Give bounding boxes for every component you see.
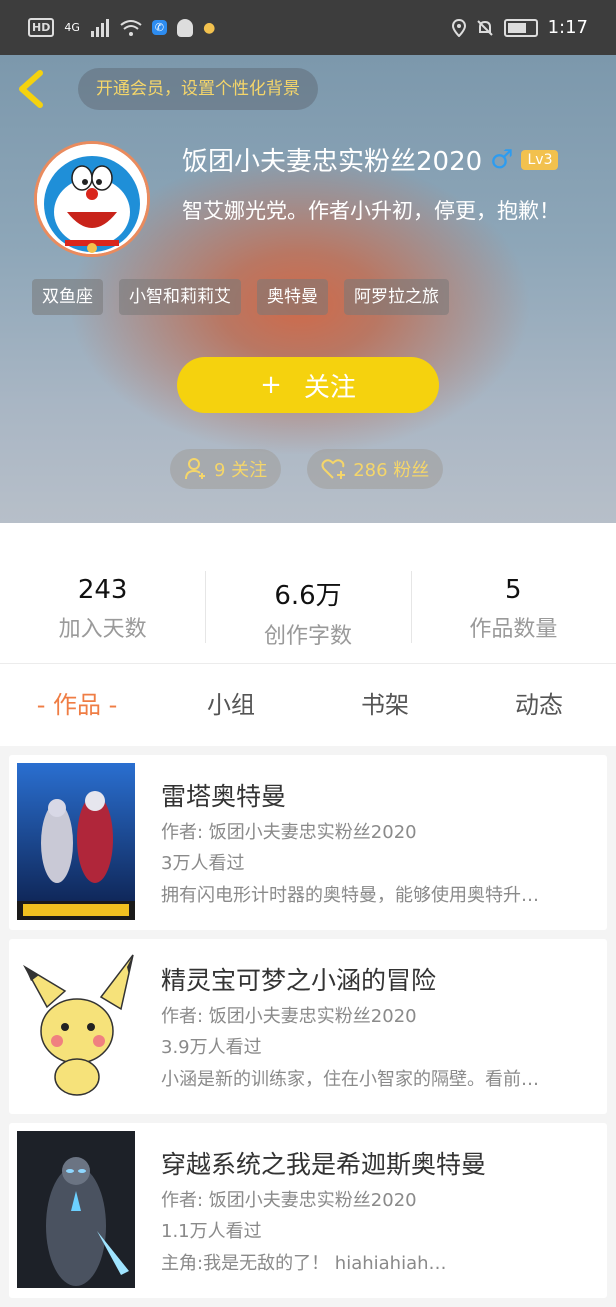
plus-icon: + bbox=[260, 370, 282, 400]
work-author: 作者: 饭团小夫妻忠实粉丝2020 bbox=[161, 1190, 417, 1211]
status-left: HD 4G ✆ ● bbox=[28, 18, 215, 37]
stat-value: 5 bbox=[505, 575, 522, 605]
work-description: 小涵是新的训练家，住在小智家的隔壁。看前… bbox=[161, 1069, 539, 1090]
tab-bookshelf[interactable]: 书架 bbox=[308, 664, 462, 746]
social-stats: 9 关注 286 粉丝 bbox=[170, 449, 444, 489]
clock: 1:17 bbox=[547, 17, 588, 38]
stat-label: 创作字数 bbox=[263, 624, 352, 649]
stat-label: 加入天数 bbox=[58, 617, 147, 642]
level-badge: Lv3 bbox=[521, 149, 559, 170]
stat-word-count: 6.6万 创作字数 bbox=[205, 523, 410, 663]
wifi-icon bbox=[120, 19, 142, 36]
stat-label: 作品数量 bbox=[469, 617, 558, 642]
work-description: 拥有闪电形计时器的奥特曼，能够使用奥特升… bbox=[161, 885, 539, 906]
following-count: 9 关注 bbox=[214, 460, 268, 481]
fans-pill[interactable]: 286 粉丝 bbox=[307, 449, 444, 489]
dark-ultraman-cover-image bbox=[17, 1131, 135, 1288]
location-icon bbox=[451, 18, 466, 37]
follow-label: 关注 bbox=[303, 372, 356, 403]
vip-background-banner[interactable]: 开通会员，设置个性化背景 bbox=[78, 68, 318, 110]
username-row: 饭团小夫妻忠实粉丝2020 ♂ Lv3 bbox=[182, 141, 559, 178]
work-card[interactable]: 雷塔奥特曼 作者: 饭团小夫妻忠实粉丝2020 3万人看过 拥有闪电形计时器的奥… bbox=[9, 755, 607, 930]
ultraman-cover-image bbox=[17, 763, 135, 920]
qq-icon bbox=[177, 18, 194, 37]
status-right: 1:17 bbox=[451, 17, 588, 38]
user-add-icon bbox=[185, 458, 205, 480]
stat-join-days: 243 加入天数 bbox=[0, 523, 205, 663]
avatar[interactable] bbox=[34, 141, 150, 257]
follow-button[interactable]: + 关注 bbox=[177, 357, 439, 413]
profile-stats: 243 加入天数 6.6万 创作字数 5 作品数量 bbox=[0, 523, 616, 663]
bulb-icon: ● bbox=[203, 19, 216, 36]
tag-item[interactable]: 奥特曼 bbox=[257, 279, 328, 315]
stat-value: 6.6万 bbox=[274, 581, 342, 611]
tab-works[interactable]: - 作品 - bbox=[0, 664, 154, 746]
work-card[interactable]: 穿越系统之我是希迦斯奥特曼 作者: 饭团小夫妻忠实粉丝2020 1.1万人看过 … bbox=[9, 1123, 607, 1298]
hd-indicator: HD bbox=[28, 18, 55, 37]
signal-icon bbox=[90, 18, 109, 37]
work-title: 精灵宝可梦之小涵的冒险 bbox=[161, 966, 437, 995]
heart-add-icon bbox=[321, 459, 346, 479]
user-bio: 智艾娜光党。作者小升初，停更，抱歉！ bbox=[182, 199, 560, 223]
work-description: 主角:我是无敌的了！ hiahiahiah… bbox=[161, 1253, 447, 1274]
doraemon-avatar-image bbox=[37, 144, 147, 254]
tab-groups[interactable]: 小组 bbox=[154, 664, 308, 746]
work-views: 3万人看过 bbox=[161, 853, 245, 874]
work-author: 作者: 饭团小夫妻忠实粉丝2020 bbox=[161, 822, 417, 843]
tag-item[interactable]: 小智和莉莉艾 bbox=[119, 279, 241, 315]
tag-list: 双鱼座 小智和莉莉艾 奥特曼 阿罗拉之旅 bbox=[32, 279, 449, 315]
network-label: 4G bbox=[64, 21, 80, 34]
work-views: 1.1万人看过 bbox=[161, 1221, 262, 1242]
status-bar: HD 4G ✆ ● 1:17 bbox=[0, 0, 616, 55]
stat-works-count: 5 作品数量 bbox=[410, 523, 616, 663]
battery-icon bbox=[503, 18, 538, 37]
pichu-cover-image bbox=[17, 947, 135, 1104]
following-pill[interactable]: 9 关注 bbox=[170, 449, 282, 489]
gender-male-icon: ♂ bbox=[490, 144, 514, 175]
work-title: 穿越系统之我是希迦斯奥特曼 bbox=[161, 1150, 487, 1179]
profile-tabs: - 作品 - 小组 书架 动态 bbox=[0, 663, 616, 746]
back-icon[interactable] bbox=[14, 67, 50, 111]
wifi-calling-icon: ✆ bbox=[151, 20, 168, 35]
work-views: 3.9万人看过 bbox=[161, 1037, 262, 1058]
stat-value: 243 bbox=[77, 575, 128, 605]
work-card[interactable]: 精灵宝可梦之小涵的冒险 作者: 饭团小夫妻忠实粉丝2020 3.9万人看过 小涵… bbox=[9, 939, 607, 1114]
tag-item[interactable]: 阿罗拉之旅 bbox=[344, 279, 449, 315]
profile-header: 开通会员，设置个性化背景 饭团小夫妻忠实粉丝2020 ♂ Lv3 智艾娜光党。作… bbox=[0, 55, 616, 523]
work-title: 雷塔奥特曼 bbox=[161, 782, 287, 811]
tag-item[interactable]: 双鱼座 bbox=[32, 279, 103, 315]
tab-activity[interactable]: 动态 bbox=[462, 664, 616, 746]
username: 饭团小夫妻忠实粉丝2020 bbox=[182, 147, 483, 177]
work-author: 作者: 饭团小夫妻忠实粉丝2020 bbox=[161, 1006, 417, 1027]
fans-count: 286 粉丝 bbox=[353, 460, 430, 481]
works-list: 雷塔奥特曼 作者: 饭团小夫妻忠实粉丝2020 3万人看过 拥有闪电形计时器的奥… bbox=[9, 755, 607, 1307]
mute-icon bbox=[476, 19, 493, 36]
